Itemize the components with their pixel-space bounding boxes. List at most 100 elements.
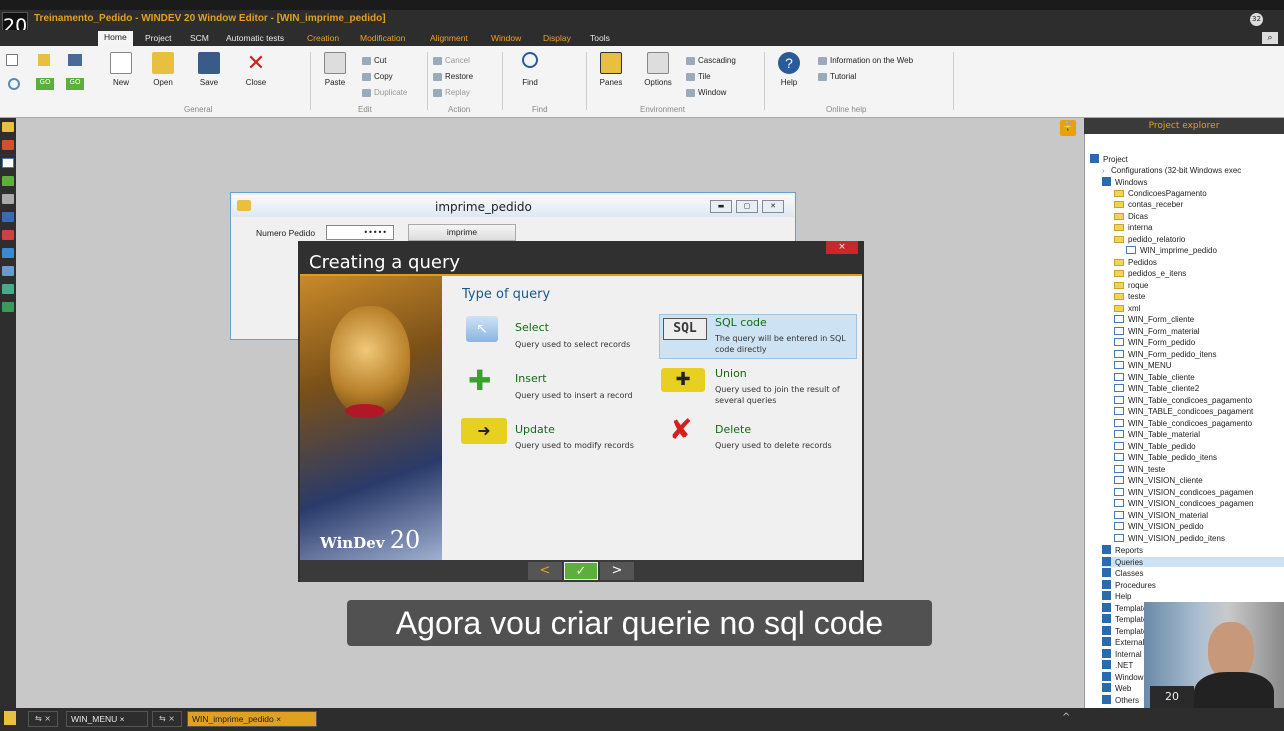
tab-creation[interactable]: Creation (301, 32, 345, 44)
tree-item[interactable]: WIN_VISION_condicoes_pagamen (1114, 487, 1253, 497)
tree-item[interactable]: WIN_teste (1114, 464, 1165, 474)
tab-query-icon[interactable]: ⇆ × (28, 711, 58, 727)
dialog-close-button[interactable]: × (826, 241, 858, 254)
tool-icon[interactable] (2, 176, 14, 186)
copy-button[interactable]: Copy (362, 72, 393, 81)
help-button[interactable]: ? Help (769, 52, 809, 87)
tree-item[interactable]: WIN_VISION_condicoes_pagamen (1114, 499, 1253, 508)
tree-item[interactable]: WIN_Table_condicoes_pagamento (1114, 418, 1252, 428)
option-delete[interactable]: ✘ Delete Query used to delete records (659, 416, 857, 456)
tree-item[interactable]: Windows (1102, 671, 1147, 682)
tree-item[interactable]: WIN_VISION_pedido (1114, 522, 1204, 531)
option-update[interactable]: ➜ Update Query used to modify records (459, 416, 652, 456)
tile-button[interactable]: Tile (686, 72, 711, 81)
tree-item[interactable]: Help (1102, 591, 1131, 601)
tree-item[interactable]: interna (1114, 223, 1152, 232)
tree-item[interactable]: WIN_Table_pedido_itens (1114, 453, 1217, 462)
close-button[interactable]: ✕ Close (236, 52, 276, 88)
tree-item[interactable]: WIN_Table_condicoes_pagamento (1114, 395, 1252, 405)
tree-item[interactable]: pedidos_e_itens (1114, 269, 1186, 278)
tree-item[interactable]: WIN_Table_cliente (1114, 372, 1195, 382)
tool-icon[interactable] (2, 302, 14, 312)
tab-modification[interactable]: Modification (354, 32, 411, 44)
tutorial-button[interactable]: Tutorial (818, 72, 856, 81)
tree-item[interactable]: Project (1090, 154, 1128, 164)
tool-icon[interactable] (2, 194, 14, 204)
tab-query-icon[interactable]: ⇆ × (152, 711, 182, 727)
tree-item[interactable]: Reports (1102, 545, 1143, 555)
tree-item[interactable]: contas_receber (1114, 200, 1183, 209)
tree-item[interactable]: xml (1114, 304, 1140, 313)
tab-window[interactable]: Window (485, 32, 527, 44)
replay-button[interactable]: Replay (433, 88, 470, 97)
project-icon[interactable] (4, 711, 16, 725)
tool-icon[interactable] (2, 230, 14, 240)
ok-button[interactable]: ✓ (564, 562, 598, 580)
tree-item[interactable]: Pedidos (1114, 258, 1157, 267)
tree-item[interactable]: External (1102, 637, 1144, 647)
tree-item[interactable]: Internal (1102, 648, 1142, 659)
previous-button[interactable]: < (528, 562, 562, 580)
option-select[interactable]: ↖ Select Query used to select records (462, 314, 652, 354)
tree-item[interactable]: roque (1114, 281, 1148, 290)
tree-item[interactable]: Others (1102, 694, 1139, 705)
next-button[interactable]: > (600, 562, 634, 580)
information-web-button[interactable]: Information on the Web (818, 56, 913, 65)
imprime-button[interactable]: imprime (408, 224, 516, 241)
new-button[interactable]: New (101, 52, 141, 87)
tree-item[interactable]: WIN_VISION_cliente (1114, 476, 1203, 485)
maximize-icon[interactable]: ▢ (736, 200, 758, 213)
project-icon[interactable] (2, 122, 14, 132)
numero-pedido-input[interactable]: ••••• (326, 225, 394, 240)
cut-button[interactable]: Cut (362, 56, 386, 65)
chevron-up-icon[interactable]: ^ (1062, 712, 1070, 723)
tab-alignment[interactable]: Alignment (424, 32, 474, 44)
search-icon[interactable]: ⌕ (1262, 32, 1278, 44)
tab-automatic-tests[interactable]: Automatic tests (220, 32, 290, 44)
tree-item[interactable]: WIN_VISION_material (1114, 510, 1208, 520)
tree-item[interactable]: WIN_Form_pedido_itens (1114, 349, 1216, 359)
option-insert[interactable]: ✚ Insert Query used to insert a record (462, 364, 652, 404)
tree-item[interactable]: WIN_Table_pedido (1114, 441, 1196, 451)
tab-home[interactable]: Home (98, 31, 133, 46)
save-button[interactable]: Save (189, 52, 229, 87)
tree-item[interactable]: Procedures (1102, 579, 1156, 590)
tree-item[interactable]: WIN_Table_material (1114, 430, 1200, 439)
tree-item[interactable]: Web (1102, 683, 1131, 693)
tab-project[interactable]: Project (139, 32, 177, 44)
tab-scm[interactable]: SCM (184, 32, 215, 44)
tree-item[interactable]: WIN_Form_material (1114, 326, 1200, 336)
tree-item[interactable]: WIN_imprime_pedido (1126, 246, 1217, 255)
tree-item[interactable]: .NET (1102, 660, 1133, 670)
tree-item[interactable]: WIN_Table_cliente2 (1114, 384, 1199, 393)
tree-item[interactable]: teste (1114, 292, 1145, 301)
tool-icon[interactable] (2, 284, 14, 294)
tree-item[interactable]: pedido_relatorio (1114, 235, 1185, 244)
notification-badge[interactable]: 32 (1250, 13, 1263, 26)
tool-icon[interactable] (2, 248, 14, 258)
tree-item[interactable]: CondicoesPagamento (1114, 189, 1207, 198)
find-button[interactable]: Find (510, 52, 550, 87)
window-icon[interactable] (2, 158, 14, 168)
tab-tools[interactable]: Tools (584, 32, 616, 44)
tool-icon[interactable] (2, 140, 14, 150)
tab-win-menu[interactable]: WIN_MENU × (66, 711, 148, 727)
close-icon[interactable]: ✕ (762, 200, 784, 213)
paste-button[interactable]: Paste (315, 52, 355, 87)
tree-item[interactable]: Dicas (1114, 212, 1148, 221)
panes-button[interactable]: Panes (591, 52, 631, 87)
window-button[interactable]: Window (686, 88, 726, 97)
tab-display[interactable]: Display (537, 32, 577, 44)
tree-item[interactable]: Queries (1102, 556, 1284, 567)
tree-item[interactable]: WIN_VISION_pedido_itens (1114, 533, 1225, 543)
cancel-button[interactable]: Cancel (433, 56, 470, 65)
restore-button[interactable]: Restore (433, 72, 473, 81)
tree-item[interactable]: › Configurations (32-bit Windows exec (1102, 166, 1241, 175)
tree-item[interactable]: Windows (1102, 177, 1147, 187)
tree-item[interactable]: WIN_Form_cliente (1114, 315, 1194, 324)
tool-icon[interactable] (2, 212, 14, 222)
tree-item[interactable]: Classes (1102, 568, 1143, 578)
tab-win-imprime-pedido[interactable]: WIN_imprime_pedido × (187, 711, 317, 727)
minimize-icon[interactable]: ▬ (710, 200, 732, 213)
option-union[interactable]: ✚ Union Query used to join the result of… (659, 364, 857, 408)
